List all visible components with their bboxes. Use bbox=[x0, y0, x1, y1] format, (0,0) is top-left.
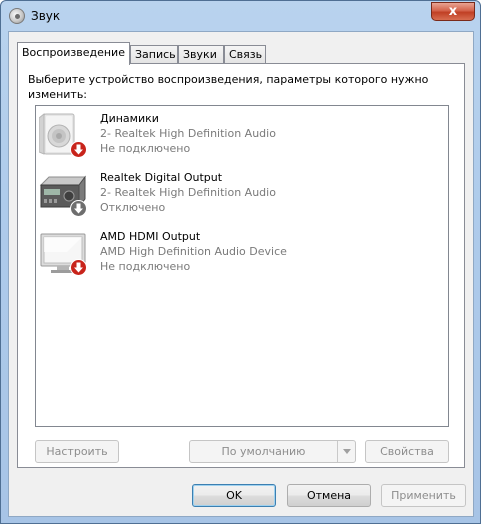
device-status: Не подключено bbox=[100, 260, 191, 273]
device-driver: 2- Realtek High Definition Audio bbox=[100, 127, 276, 140]
configure-button[interactable]: Настроить bbox=[35, 440, 119, 463]
set-default-label: По умолчанию bbox=[221, 445, 306, 458]
tab-recording[interactable]: Запись bbox=[130, 45, 178, 64]
device-info: Realtek Digital Output 2- Realtek High D… bbox=[100, 170, 276, 215]
device-item-digital-output[interactable]: Realtek Digital Output 2- Realtek High D… bbox=[36, 169, 448, 227]
device-item-speakers[interactable]: Динамики 2- Realtek High Definition Audi… bbox=[36, 110, 448, 168]
tab-communications[interactable]: Связь bbox=[224, 45, 266, 64]
device-driver: AMD High Definition Audio Device bbox=[100, 245, 287, 258]
tab-sounds[interactable]: Звуки bbox=[178, 45, 224, 64]
device-driver: 2- Realtek High Definition Audio bbox=[100, 186, 276, 199]
window-title: Звук bbox=[31, 9, 61, 23]
properties-button[interactable]: Свойства bbox=[365, 440, 449, 463]
title-bar[interactable]: Звук x bbox=[1, 1, 480, 31]
device-name: Динамики bbox=[100, 112, 159, 125]
device-name: AMD HDMI Output bbox=[100, 230, 201, 243]
sound-dialog-window: Звук x Воспроизведение Запись Звуки Связ… bbox=[0, 0, 481, 524]
device-list[interactable]: Динамики 2- Realtek High Definition Audi… bbox=[35, 105, 449, 427]
tab-playback[interactable]: Воспроизведение bbox=[17, 42, 130, 65]
dialog-client-area: Воспроизведение Запись Звуки Связь Выбер… bbox=[8, 31, 474, 517]
status-badge-disabled-icon bbox=[70, 200, 87, 217]
status-badge-disconnected-icon bbox=[70, 141, 87, 158]
apply-button[interactable]: Применить bbox=[381, 484, 466, 507]
instruction-text: Выберите устройство воспроизведения, пар… bbox=[28, 73, 429, 101]
status-badge-disconnected-icon bbox=[70, 259, 87, 276]
speaker-app-icon bbox=[9, 8, 25, 24]
set-default-button[interactable]: По умолчанию bbox=[189, 440, 356, 463]
ok-button[interactable]: OK bbox=[192, 484, 276, 507]
chevron-down-icon[interactable] bbox=[337, 441, 355, 462]
device-item-hdmi-output[interactable]: AMD HDMI Output AMD High Definition Audi… bbox=[36, 228, 448, 286]
device-info: Динамики 2- Realtek High Definition Audi… bbox=[100, 111, 276, 156]
playback-panel: Выберите устройство воспроизведения, пар… bbox=[17, 63, 465, 468]
device-name: Realtek Digital Output bbox=[100, 171, 223, 184]
device-info: AMD HDMI Output AMD High Definition Audi… bbox=[100, 229, 287, 274]
device-status: Отключено bbox=[100, 201, 166, 214]
device-status: Не подключено bbox=[100, 142, 191, 155]
close-button[interactable]: x bbox=[431, 2, 475, 21]
cancel-button[interactable]: Отмена bbox=[287, 484, 371, 507]
